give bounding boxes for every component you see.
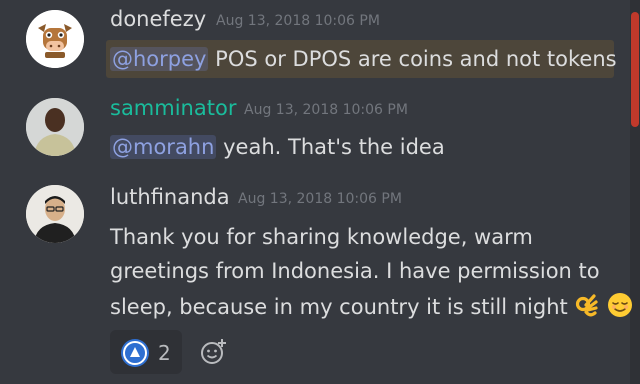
photo-avatar-icon	[26, 98, 84, 156]
add-reaction-button[interactable]	[200, 338, 228, 366]
user-mention[interactable]: @horpey	[110, 47, 209, 71]
username-donefezy[interactable]: donefezy	[110, 7, 206, 31]
message-line-2: greetings from Indonesia. I have permiss…	[110, 259, 600, 283]
scrollbar-thumb[interactable]	[631, 12, 639, 127]
add-reaction-icon	[201, 339, 226, 364]
avatar-luthfinanda[interactable]	[26, 185, 84, 243]
reaction-count: 2	[158, 341, 171, 365]
username-samminator[interactable]: samminator	[110, 96, 236, 120]
ok-hand-emoji-icon	[576, 294, 599, 317]
timestamp[interactable]: Aug 13, 2018 10:06 PM	[238, 190, 402, 208]
photo-avatar-icon	[26, 185, 84, 243]
message-body: POS or DPOS are coins and not tokens	[215, 47, 617, 71]
username-luthfinanda[interactable]: luthfinanda	[110, 185, 230, 209]
message-text: @morahn yeah. That's the idea	[110, 134, 445, 160]
message-body: yeah. That's the idea	[223, 135, 445, 159]
avatar-donefezy[interactable]	[26, 10, 84, 68]
timestamp[interactable]: Aug 13, 2018 10:06 PM	[216, 12, 380, 30]
relieved-face-emoji-icon	[608, 293, 633, 317]
user-mention[interactable]: @morahn	[110, 135, 217, 159]
reaction-button[interactable]: 2	[110, 330, 182, 374]
cow-avatar-icon	[26, 10, 84, 68]
message-line-3: sleep, because in my country it is still…	[110, 292, 633, 320]
message-text: @horpey POS or DPOS are coins and not to…	[110, 46, 617, 72]
avatar-samminator[interactable]	[26, 98, 84, 156]
timestamp[interactable]: Aug 13, 2018 10:06 PM	[244, 101, 408, 119]
custom-server-emoji-icon	[121, 339, 149, 367]
message-line-1: Thank you for sharing knowledge, warm	[110, 225, 533, 249]
scrollbar-track[interactable]	[630, 0, 640, 384]
message-line-3-text: sleep, because in my country it is still…	[110, 295, 568, 319]
